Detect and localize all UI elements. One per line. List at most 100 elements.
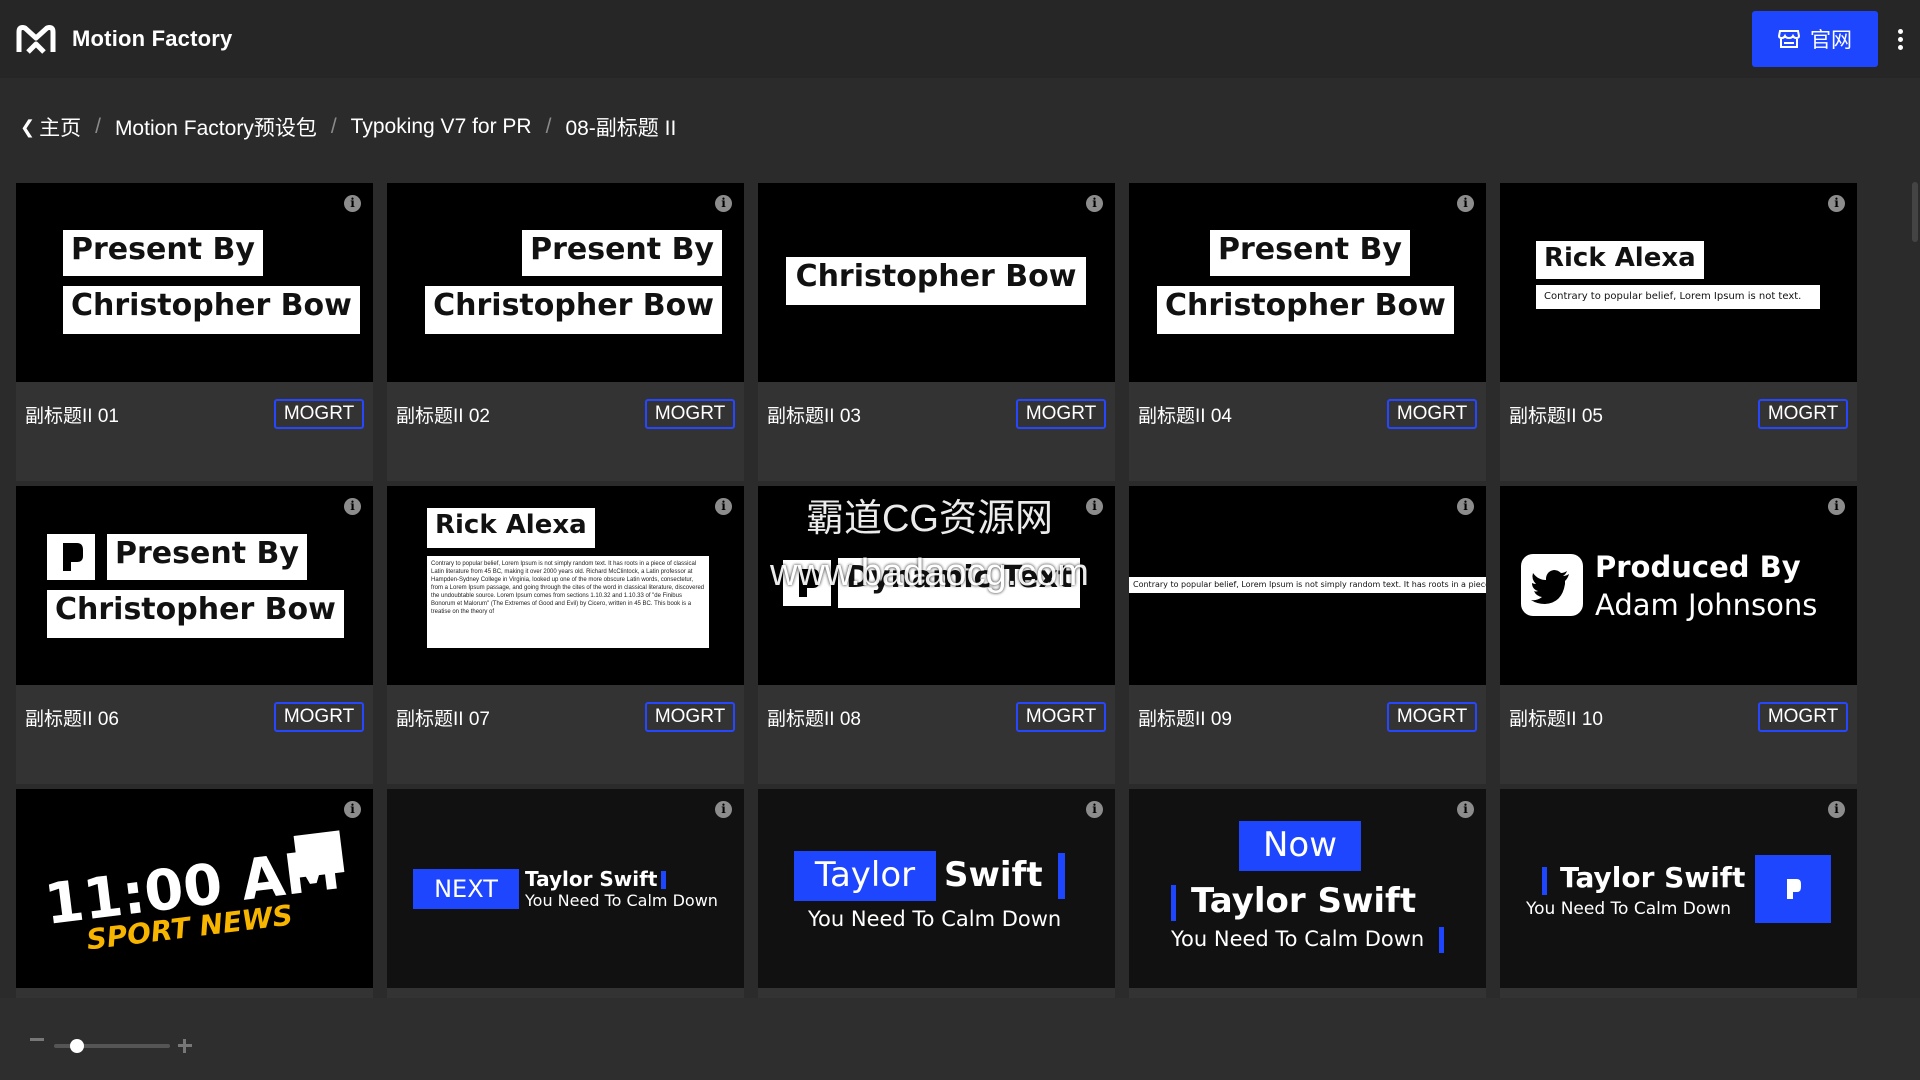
breadcrumb-separator: / bbox=[95, 115, 101, 138]
thumb-text: You Need To Calm Down bbox=[525, 891, 718, 910]
preset-card[interactable]: Rick Alexa Contrary to popular belief, L… bbox=[387, 486, 744, 784]
thumb-text: Christopher Bow bbox=[1157, 286, 1454, 334]
preset-card[interactable]: Present By Christopher Bow i 副标题II 06 MO… bbox=[16, 486, 373, 784]
preset-card[interactable]: Present By Christopher Bow i 副标题II 04 MO… bbox=[1129, 183, 1486, 481]
breadcrumb-item-pack[interactable]: Motion Factory预设包 bbox=[115, 112, 317, 142]
logo-mark-icon bbox=[47, 534, 95, 580]
preset-thumbnail: Present By Christopher Bow i bbox=[16, 183, 373, 382]
preset-card[interactable]: Taylor Swift You Need To Calm Down i bbox=[758, 789, 1115, 998]
preset-card[interactable]: Christopher Bow i 副标题II 03 MOGRT bbox=[758, 183, 1115, 481]
bottom-bar bbox=[0, 998, 1920, 1080]
preset-name: 副标题II 09 bbox=[1138, 709, 1232, 730]
thumb-text: Present By bbox=[107, 534, 307, 580]
preset-card[interactable]: Taylor Swift You Need To Calm Down i bbox=[1500, 789, 1857, 998]
preset-card[interactable]: Produced By Adam Johnsons i 副标题II 10 MOG… bbox=[1500, 486, 1857, 784]
breadcrumb-home[interactable]: 主页 bbox=[39, 112, 81, 142]
preset-card[interactable]: Rick Alexa Contrary to popular belief, L… bbox=[1500, 183, 1857, 481]
thumb-text: Contrary to popular belief, Lorem Ipsum … bbox=[1536, 285, 1820, 309]
info-icon[interactable]: i bbox=[1086, 801, 1103, 818]
thumb-text: Present By bbox=[1210, 230, 1410, 276]
accent-bar bbox=[661, 871, 666, 889]
info-icon[interactable]: i bbox=[715, 801, 732, 818]
mogrt-badge: MOGRT bbox=[1758, 702, 1848, 732]
mogrt-badge: MOGRT bbox=[645, 702, 735, 732]
info-icon[interactable]: i bbox=[1828, 801, 1845, 818]
preset-name: 副标题II 10 bbox=[1509, 709, 1603, 730]
preset-card[interactable]: Present By Christopher Bow i 副标题II 02 MO… bbox=[387, 183, 744, 481]
preset-thumbnail: Taylor Swift You Need To Calm Down i bbox=[758, 789, 1115, 988]
info-icon[interactable]: i bbox=[1457, 801, 1474, 818]
info-icon[interactable]: i bbox=[344, 498, 361, 515]
info-icon[interactable]: i bbox=[1828, 498, 1845, 515]
zoom-out-icon[interactable] bbox=[30, 1038, 44, 1041]
chevron-left-icon[interactable]: ❮ bbox=[20, 117, 35, 138]
breadcrumb-item-typoking[interactable]: Typoking V7 for PR bbox=[351, 115, 532, 139]
thumb-text: Taylor Swift bbox=[525, 867, 658, 891]
preset-thumbnail: NEXT Taylor Swift You Need To Calm Down … bbox=[387, 789, 744, 988]
kebab-menu-icon[interactable] bbox=[1892, 26, 1908, 54]
thumb-text: Christopher Bow bbox=[425, 286, 722, 334]
preset-thumbnail: Rick Alexa Contrary to popular belief, L… bbox=[387, 486, 744, 685]
preset-thumbnail: Now Taylor Swift You Need To Calm Down i bbox=[1129, 789, 1486, 988]
info-icon[interactable]: i bbox=[344, 195, 361, 212]
preset-card[interactable]: 11:00 AM SPORT NEWS i bbox=[16, 789, 373, 998]
info-icon[interactable]: i bbox=[1086, 195, 1103, 212]
thumb-text: You Need To Calm Down bbox=[808, 907, 1062, 931]
watermark-line: 霸道CG资源网 bbox=[805, 498, 1053, 540]
top-bar: Motion Factory 官网 bbox=[0, 0, 1920, 78]
preset-card[interactable]: NEXT Taylor Swift You Need To Calm Down … bbox=[387, 789, 744, 998]
thumb-text: Christopher Bow bbox=[47, 590, 344, 638]
mogrt-badge: MOGRT bbox=[1758, 399, 1848, 429]
preset-thumbnail: Present By Christopher Bow i bbox=[1129, 183, 1486, 382]
mogrt-badge: MOGRT bbox=[1016, 399, 1106, 429]
preset-thumbnail: Taylor Swift You Need To Calm Down i bbox=[1500, 789, 1857, 988]
preset-name: 副标题II 08 bbox=[767, 709, 861, 730]
preset-name: 副标题II 03 bbox=[767, 406, 861, 427]
preset-card[interactable]: Present By Christopher Bow i 副标题II 01 MO… bbox=[16, 183, 373, 481]
logo-mark-icon bbox=[1755, 855, 1831, 923]
thumb-text: NEXT bbox=[413, 869, 519, 909]
thumb-text: Taylor Swift bbox=[1191, 881, 1417, 921]
thumb-text: Now bbox=[1239, 821, 1361, 871]
thumb-text: Christopher Bow bbox=[63, 286, 360, 334]
info-icon[interactable]: i bbox=[1828, 195, 1845, 212]
twitter-icon bbox=[1521, 554, 1583, 616]
mogrt-badge: MOGRT bbox=[274, 399, 364, 429]
thumb-text: Adam Johnsons bbox=[1595, 588, 1818, 622]
preset-name: 副标题II 02 bbox=[396, 406, 490, 427]
thumb-text: You Need To Calm Down bbox=[1171, 927, 1425, 951]
preset-thumbnail: Present By Christopher Bow i bbox=[387, 183, 744, 382]
thumb-text: You Need To Calm Down bbox=[1526, 899, 1731, 919]
preset-thumbnail: Contrary to popular belief, Lorem Ipsum … bbox=[1129, 486, 1486, 685]
thumb-text: Produced By bbox=[1595, 550, 1801, 584]
preset-thumbnail: Present By Christopher Bow i bbox=[16, 486, 373, 685]
preset-thumbnail: Produced By Adam Johnsons i bbox=[1500, 486, 1857, 685]
app-title: Motion Factory bbox=[72, 26, 233, 51]
thumb-text: Taylor bbox=[794, 851, 936, 901]
info-icon[interactable]: i bbox=[344, 801, 361, 818]
preset-name: 副标题II 07 bbox=[396, 709, 490, 730]
thumb-text: Contrary to popular belief, Lorem Ipsum … bbox=[1129, 577, 1486, 593]
preset-thumbnail: Rick Alexa Contrary to popular belief, L… bbox=[1500, 183, 1857, 382]
thumb-text: Swift bbox=[944, 855, 1043, 895]
preset-name: 副标题II 01 bbox=[25, 406, 119, 427]
mogrt-badge: MOGRT bbox=[1016, 702, 1106, 732]
thumb-body-text: Contrary to popular belief, Lorem Ipsum … bbox=[427, 556, 709, 648]
mogrt-badge: MOGRT bbox=[1387, 399, 1477, 429]
info-icon[interactable]: i bbox=[1457, 195, 1474, 212]
preset-card[interactable]: Contrary to popular belief, Lorem Ipsum … bbox=[1129, 486, 1486, 784]
breadcrumb-separator: / bbox=[545, 115, 552, 138]
info-icon[interactable]: i bbox=[1457, 498, 1474, 515]
mogrt-badge: MOGRT bbox=[1387, 702, 1477, 732]
preset-thumbnail: Christopher Bow i bbox=[758, 183, 1115, 382]
thumb-text: Rick Alexa bbox=[1536, 241, 1704, 279]
mogrt-badge: MOGRT bbox=[274, 702, 364, 732]
breadcrumb-item-current: 08-副标题 II bbox=[565, 117, 677, 140]
preset-thumbnail: 11:00 AM SPORT NEWS i bbox=[16, 789, 373, 988]
info-icon[interactable]: i bbox=[715, 195, 732, 212]
official-site-button[interactable]: 官网 bbox=[1752, 11, 1878, 67]
info-icon[interactable]: i bbox=[715, 498, 732, 515]
preset-name: 副标题II 05 bbox=[1509, 406, 1603, 427]
zoom-in-icon[interactable] bbox=[178, 1039, 192, 1053]
preset-card[interactable]: Now Taylor Swift You Need To Calm Down i bbox=[1129, 789, 1486, 998]
